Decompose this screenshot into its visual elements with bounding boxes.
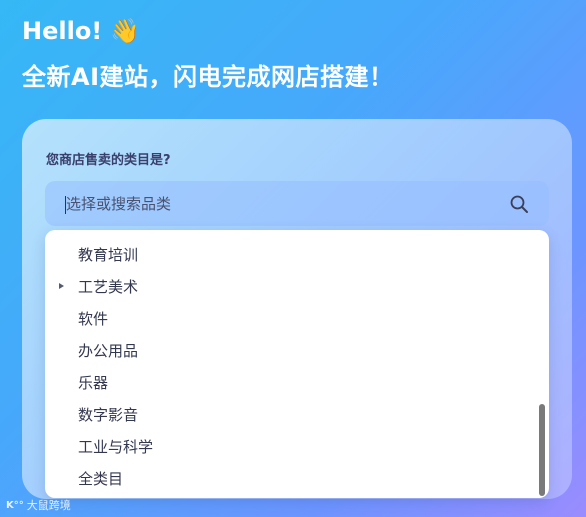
option-label: 数字影音 bbox=[78, 405, 139, 424]
option-arts-crafts[interactable]: 工艺美术 bbox=[45, 270, 535, 302]
option-musical-instruments[interactable]: 乐器 bbox=[45, 366, 535, 398]
category-search-input[interactable]: 选择或搜索品类 bbox=[45, 181, 549, 226]
waving-hand-icon: 👋 bbox=[110, 17, 141, 45]
search-placeholder: 选择或搜索品类 bbox=[66, 195, 172, 213]
watermark: K°° 大鼠跨境 bbox=[6, 497, 71, 513]
watermark-text: 大鼠跨境 bbox=[26, 499, 71, 512]
caret-right-icon[interactable] bbox=[59, 283, 64, 289]
option-digital-media[interactable]: 数字影音 bbox=[45, 398, 535, 430]
option-label: 软件 bbox=[78, 309, 109, 328]
option-label: 办公用品 bbox=[78, 341, 139, 360]
option-industrial-science[interactable]: 工业与科学 bbox=[45, 430, 535, 462]
option-label: 工艺美术 bbox=[78, 277, 139, 296]
option-office-supplies[interactable]: 办公用品 bbox=[45, 334, 535, 366]
page-headline: 全新AI建站，闪电完成网店搭建！ bbox=[22, 63, 394, 91]
category-dropdown[interactable]: 教育培训 工艺美术 软件 办公用品 乐器 数字影音 工业与科学 全类目 bbox=[45, 230, 549, 498]
watermark-logo: K°° bbox=[6, 499, 24, 511]
search-icon[interactable] bbox=[509, 194, 529, 214]
dropdown-scrollbar[interactable] bbox=[539, 404, 545, 496]
option-software[interactable]: 软件 bbox=[45, 302, 535, 334]
greeting-text: Hello! bbox=[22, 17, 103, 45]
option-label: 全类目 bbox=[78, 469, 124, 488]
greeting-line: Hello! 👋 bbox=[22, 14, 394, 48]
option-label: 乐器 bbox=[78, 373, 109, 392]
page-header: Hello! 👋 全新AI建站，闪电完成网店搭建！ bbox=[22, 14, 394, 94]
option-all-categories[interactable]: 全类目 bbox=[45, 462, 535, 494]
option-education[interactable]: 教育培训 bbox=[45, 238, 535, 270]
option-label: 工业与科学 bbox=[78, 437, 154, 456]
option-label: 教育培训 bbox=[78, 245, 139, 264]
category-question: 您商店售卖的类目是? bbox=[46, 153, 171, 168]
